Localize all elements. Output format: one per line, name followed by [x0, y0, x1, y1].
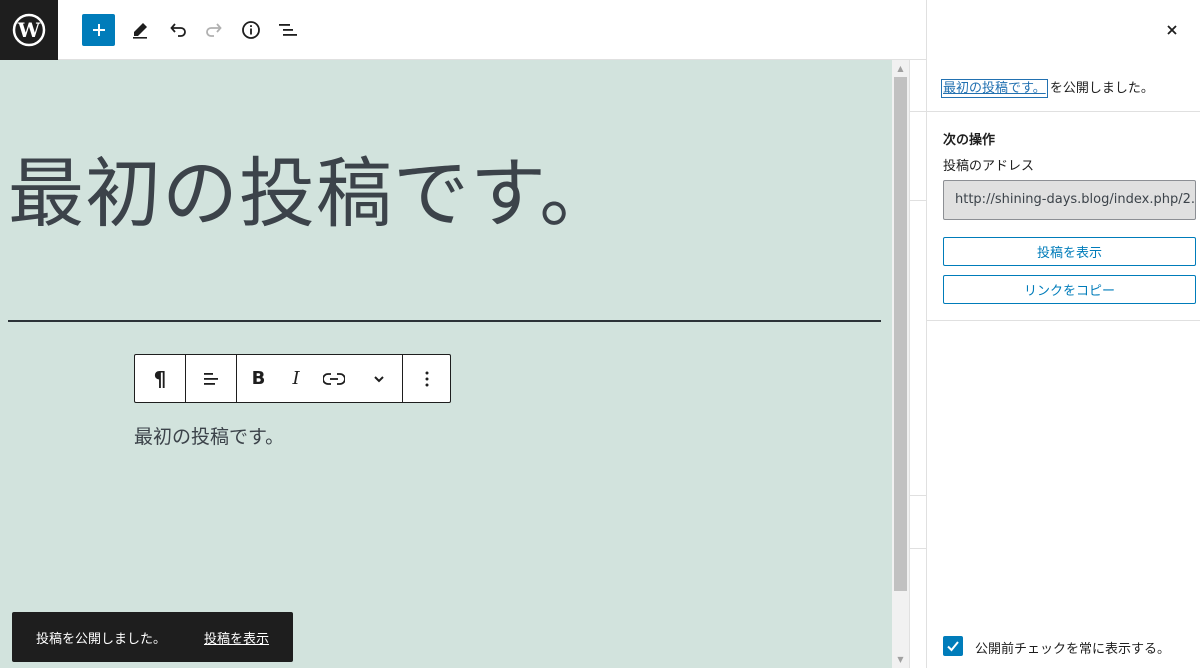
- plus-icon: [92, 24, 105, 36]
- sidebar-divider: [910, 200, 927, 201]
- undo-icon: [170, 23, 186, 37]
- italic-button[interactable]: I: [280, 355, 312, 402]
- sidebar-divider: [910, 495, 927, 496]
- more-vertical-icon: [425, 371, 429, 386]
- panel-divider: [927, 320, 1200, 321]
- align-button[interactable]: [186, 355, 236, 402]
- block-type-group: ¶: [135, 355, 186, 402]
- list-view-button[interactable]: [272, 14, 304, 46]
- post-address-label: 投稿のアドレス: [943, 159, 1035, 174]
- link-button[interactable]: [312, 355, 356, 402]
- separator-block[interactable]: [8, 320, 881, 322]
- post-title[interactable]: 最初の投稿です。: [8, 132, 616, 242]
- publish-notice: 最初の投稿です。 を公開しました。: [927, 60, 1200, 112]
- chevron-down-icon: [374, 375, 384, 382]
- scroll-up-arrow-icon[interactable]: ▲: [892, 60, 909, 77]
- details-button[interactable]: [235, 14, 267, 46]
- sidebar-divider: [910, 111, 927, 112]
- snackbar-view-post-link[interactable]: 投稿を表示: [204, 628, 269, 647]
- next-steps-title: 次の操作: [943, 133, 996, 148]
- block-options-button[interactable]: [403, 355, 451, 402]
- wordpress-logo-button[interactable]: W: [0, 0, 58, 60]
- block-toolbar: ¶ B I: [134, 354, 451, 403]
- prepublish-checks-label[interactable]: 公開前チェックを常に表示する。: [975, 638, 1170, 657]
- formatting-group: B I: [237, 355, 403, 402]
- link-icon: [323, 372, 345, 385]
- editor-toolbar: W: [0, 0, 926, 60]
- close-panel-button[interactable]: [1156, 14, 1188, 46]
- options-group: [403, 355, 451, 402]
- post-address-field[interactable]: http://shining-days.blog/index.php/2...: [943, 180, 1196, 220]
- paragraph-block[interactable]: 最初の投稿です。: [134, 422, 284, 449]
- snackbar-message: 投稿を公開しました。: [36, 631, 167, 647]
- published-text: を公開しました。: [1049, 81, 1154, 96]
- bold-button[interactable]: B: [237, 355, 280, 402]
- italic-icon: I: [292, 368, 300, 389]
- settings-sidebar-edge: [909, 60, 927, 668]
- bold-icon: B: [251, 368, 266, 389]
- list-view-icon: [279, 24, 297, 36]
- view-post-button[interactable]: 投稿を表示: [943, 237, 1196, 266]
- redo-icon: [206, 23, 222, 37]
- svg-text:W: W: [17, 18, 41, 42]
- scroll-down-arrow-icon[interactable]: ▼: [892, 651, 909, 668]
- alignment-group: [186, 355, 237, 402]
- editor-canvas: 最初の投稿です。 ¶ B I 最初の投稿です。: [0, 60, 892, 668]
- paragraph-block-button[interactable]: ¶: [135, 355, 185, 402]
- post-publish-panel: 最初の投稿です。 を公開しました。 次の操作 投稿のアドレス http://sh…: [926, 0, 1200, 668]
- tools-button[interactable]: [124, 14, 156, 46]
- align-left-icon: [204, 372, 218, 385]
- post-title-link[interactable]: 最初の投稿です。: [941, 79, 1048, 98]
- more-formatting-button[interactable]: [356, 355, 402, 402]
- snackbar-notice: 投稿を公開しました。 投稿を表示: [12, 612, 293, 662]
- undo-button[interactable]: [162, 14, 194, 46]
- paragraph-icon: ¶: [153, 366, 167, 391]
- canvas-scrollbar[interactable]: ▲ ▼: [892, 60, 909, 668]
- copy-link-button[interactable]: リンクをコピー: [943, 275, 1196, 304]
- info-icon: [242, 21, 260, 39]
- add-block-button[interactable]: [82, 14, 115, 46]
- wordpress-icon: W: [12, 13, 46, 47]
- sidebar-divider: [910, 548, 927, 549]
- close-icon: [1167, 25, 1177, 35]
- checkmark-icon: [947, 641, 959, 652]
- pencil-icon: [133, 23, 147, 39]
- redo-button[interactable]: [198, 14, 230, 46]
- prepublish-checks-checkbox[interactable]: [943, 636, 963, 656]
- scroll-thumb[interactable]: [894, 77, 907, 591]
